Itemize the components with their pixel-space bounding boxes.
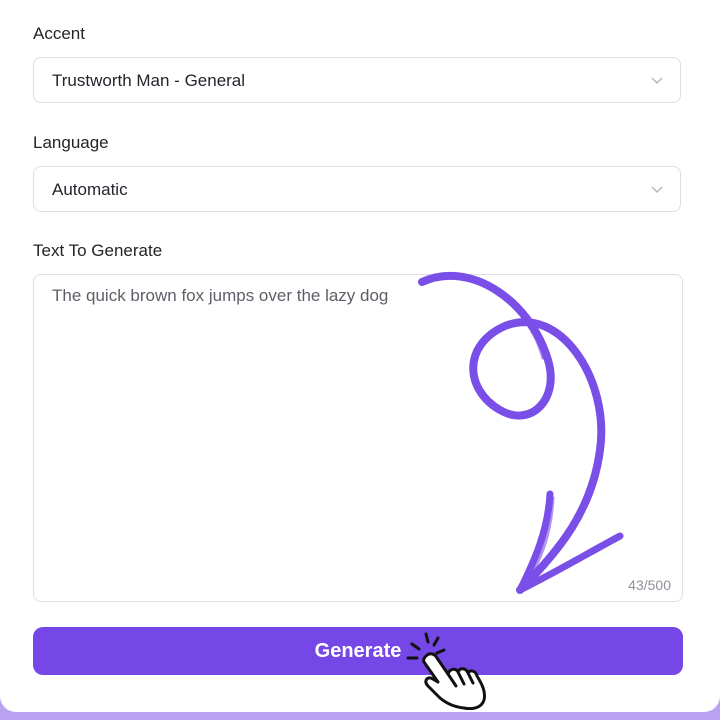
- accent-select[interactable]: Trustworth Man - General: [33, 57, 681, 103]
- language-select-value: Automatic: [52, 180, 128, 199]
- chevron-down-icon: [651, 77, 663, 85]
- generate-button[interactable]: Generate: [33, 627, 683, 675]
- accent-label: Accent: [33, 24, 85, 43]
- generate-button-label: Generate: [314, 640, 402, 662]
- language-label: Language: [33, 133, 109, 152]
- language-select[interactable]: Automatic: [33, 166, 681, 212]
- text-to-generate-input[interactable]: The quick brown fox jumps over the lazy …: [33, 274, 683, 602]
- character-counter: 43/500: [628, 577, 671, 593]
- text-to-generate-label: Text To Generate: [33, 241, 163, 260]
- chevron-down-icon: [651, 186, 663, 194]
- tts-form-card: Accent Trustworth Man - General Language…: [0, 0, 720, 712]
- text-input-value: The quick brown fox jumps over the lazy …: [52, 286, 389, 305]
- accent-select-value: Trustworth Man - General: [52, 71, 246, 90]
